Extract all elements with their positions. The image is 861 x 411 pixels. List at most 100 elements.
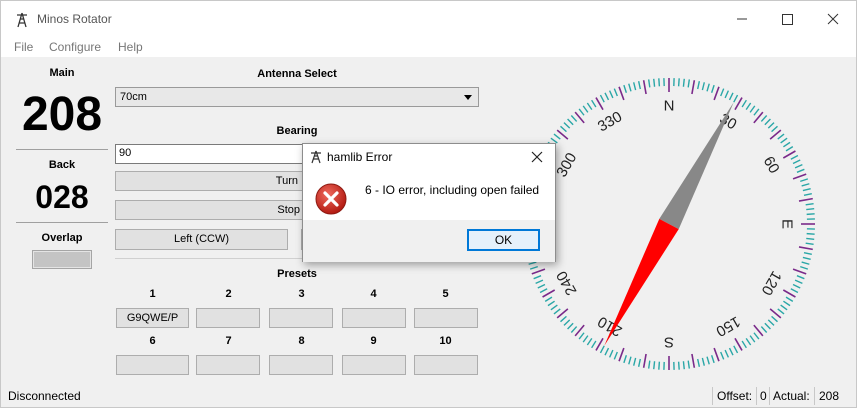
compass-tick	[658, 78, 661, 87]
compass-tick	[701, 357, 705, 366]
compass-tick	[653, 78, 656, 87]
compass-tick	[806, 237, 815, 240]
compass-tick	[767, 122, 775, 129]
compass-label: 330	[595, 108, 625, 135]
compass-tick	[771, 125, 778, 133]
compass-tick	[677, 361, 680, 370]
compass-tick	[599, 94, 605, 103]
maximize-button[interactable]	[764, 5, 810, 33]
compass-tick	[586, 102, 593, 110]
compass-label: N	[664, 98, 675, 115]
compass-label: 60	[760, 154, 783, 177]
preset-number: 8	[298, 335, 305, 347]
compass-tick	[745, 338, 752, 346]
divider	[769, 387, 770, 405]
compass-tick	[547, 300, 555, 307]
compass-tick	[767, 319, 775, 326]
connection-status: Disconnected	[8, 389, 81, 403]
antenna-select[interactable]: 70cm	[115, 87, 479, 107]
actual-label: Actual:	[773, 389, 810, 403]
compass-tick	[792, 173, 807, 180]
chevron-down-icon	[464, 95, 472, 100]
preset-number: 2	[225, 288, 232, 300]
compass-rose: N3060E120150S210240W300330	[523, 78, 815, 370]
compass-tick	[710, 84, 715, 93]
preset-button-1[interactable]: G9QWE/P	[116, 308, 189, 328]
antenna-tower-icon	[311, 150, 321, 164]
compass-tick	[691, 353, 696, 368]
actual-value: 208	[819, 389, 840, 403]
compass-tick	[560, 125, 567, 133]
menu-file[interactable]: File	[14, 40, 33, 54]
compass-tick	[706, 83, 710, 92]
compass-tick	[642, 80, 647, 95]
compass-tick	[599, 345, 605, 354]
compass-tick	[713, 86, 720, 101]
compass-tick	[785, 146, 794, 152]
offset-label: Offset:	[717, 389, 753, 403]
preset-button-6[interactable]	[116, 355, 189, 375]
antenna-select-label: Antenna Select	[257, 68, 337, 80]
compass-tick	[800, 178, 809, 183]
compass-label: 240	[553, 268, 580, 298]
dialog-message: 6 - IO error, including open failed	[365, 183, 540, 197]
compass-tick	[745, 102, 752, 110]
preset-button-9[interactable]	[342, 355, 406, 375]
compass-tick	[792, 283, 801, 289]
compass-tick	[790, 288, 799, 294]
preset-button-3[interactable]	[269, 308, 333, 328]
compass-tick	[706, 356, 710, 365]
preset-button-10[interactable]	[414, 355, 478, 375]
compass-tick	[550, 304, 558, 311]
close-icon[interactable]	[527, 148, 547, 166]
offset-value: 0	[760, 389, 767, 403]
minimize-button[interactable]	[718, 5, 764, 33]
dialog-title: hamlib Error	[327, 150, 393, 164]
compass-tick	[591, 340, 597, 349]
compass-tick	[806, 232, 815, 235]
main-bearing-readout: 208	[21, 88, 103, 141]
compass-tick	[537, 283, 546, 289]
bearing-label: Bearing	[276, 125, 318, 137]
compass-tick	[682, 78, 685, 87]
compass-tick	[637, 81, 641, 90]
preset-button-8[interactable]	[269, 355, 333, 375]
compass-tick	[697, 81, 701, 90]
compass-tick	[728, 92, 734, 101]
needle-pointer	[604, 218, 679, 346]
preset-button-4[interactable]	[342, 308, 406, 328]
compass-tick	[760, 326, 768, 333]
compass-tick	[637, 358, 641, 367]
compass-tick	[764, 118, 771, 126]
compass-tick	[529, 265, 538, 270]
compass-tick	[728, 347, 734, 356]
compass-tick	[682, 361, 685, 370]
turn-button[interactable]: Turn	[115, 171, 303, 191]
divider	[814, 387, 815, 405]
compass-tick	[687, 360, 691, 369]
preset-button-5[interactable]	[414, 308, 478, 328]
menu-configure[interactable]: Configure	[49, 40, 101, 54]
preset-number: 1	[149, 288, 156, 300]
close-window-button[interactable]	[810, 5, 856, 33]
left-ccw-button[interactable]: Left (CCW)	[115, 229, 288, 250]
menu-help[interactable]: Help	[118, 40, 143, 54]
compass-tick	[753, 108, 760, 116]
ok-button[interactable]: OK	[467, 229, 540, 251]
compass-tick	[733, 345, 739, 354]
bearing-input[interactable]: 90	[115, 144, 303, 164]
compass-tick	[796, 168, 805, 173]
compass-tick	[796, 275, 805, 280]
compass-tick	[563, 319, 571, 326]
compass-tick	[749, 335, 756, 343]
compass-tick	[608, 90, 614, 99]
compass-tick	[741, 99, 747, 108]
compass-tick	[760, 115, 768, 122]
compass-tick	[720, 88, 725, 97]
preset-button-2[interactable]	[196, 308, 260, 328]
compass-tick	[618, 86, 625, 101]
stop-button[interactable]: Stop	[115, 200, 303, 220]
preset-button-7[interactable]	[196, 355, 260, 375]
compass-tick	[798, 197, 813, 202]
compass-tick	[647, 360, 651, 369]
